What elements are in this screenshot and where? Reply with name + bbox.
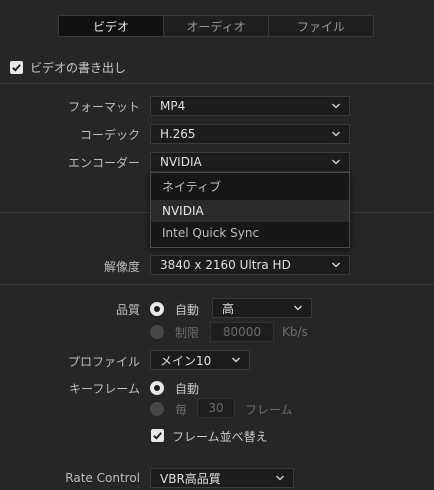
chevron-down-icon bbox=[331, 159, 341, 165]
bitrate-input[interactable]: 80000 bbox=[210, 322, 274, 342]
export-video-checkbox[interactable] bbox=[10, 61, 23, 74]
encoder-select[interactable]: NVIDIA bbox=[150, 152, 350, 172]
encoder-option-intel-quick-sync[interactable]: Intel Quick Sync bbox=[151, 222, 349, 244]
resolution-label: 解像度 bbox=[103, 260, 140, 274]
chevron-down-icon bbox=[275, 475, 285, 481]
chevron-down-icon bbox=[331, 131, 341, 137]
encoder-option-native[interactable]: ネイティブ bbox=[151, 176, 349, 198]
chevron-down-icon bbox=[331, 103, 341, 109]
rate-control-select[interactable]: VBR高品質 bbox=[150, 468, 294, 488]
codec-label: コーデック bbox=[79, 128, 140, 142]
profile-select[interactable]: メイン10 bbox=[150, 350, 250, 370]
frame-reorder-checkbox[interactable] bbox=[151, 429, 164, 442]
quality-auto-radio[interactable] bbox=[150, 302, 164, 316]
tab-audio[interactable]: オーディオ bbox=[164, 16, 269, 36]
checkmark-icon bbox=[153, 432, 162, 440]
quality-limit-radio[interactable] bbox=[150, 325, 164, 339]
codec-select[interactable]: H.265 bbox=[150, 124, 350, 144]
quality-level-select[interactable]: 高 bbox=[212, 298, 312, 318]
format-label: フォーマット bbox=[67, 100, 140, 114]
encoder-option-nvidia[interactable]: NVIDIA bbox=[151, 200, 349, 222]
tab-video[interactable]: ビデオ bbox=[59, 16, 164, 36]
profile-value: メイン10 bbox=[160, 353, 212, 368]
rate-control-label: Rate Control bbox=[65, 471, 140, 485]
profile-label: プロファイル bbox=[67, 355, 140, 369]
keyframe-auto-label: 自動 bbox=[175, 382, 200, 396]
chevron-down-icon bbox=[293, 305, 303, 311]
keyframe-every-radio[interactable] bbox=[150, 402, 164, 416]
codec-value: H.265 bbox=[160, 127, 196, 141]
checkmark-icon bbox=[12, 64, 21, 72]
export-video-label: ビデオの書き出し bbox=[30, 61, 127, 75]
chevron-down-icon bbox=[331, 262, 341, 268]
format-value: MP4 bbox=[160, 99, 186, 113]
format-select[interactable]: MP4 bbox=[150, 96, 350, 116]
encoder-label: エンコーダー bbox=[67, 156, 140, 170]
keyframe-every-label: 毎 bbox=[175, 403, 188, 417]
tab-file[interactable]: ファイル bbox=[269, 16, 373, 36]
quality-limit-label: 制限 bbox=[175, 326, 200, 340]
divider bbox=[0, 83, 434, 84]
keyframe-interval-input[interactable]: 30 bbox=[197, 398, 235, 418]
keyframe-label: キーフレーム bbox=[69, 382, 140, 396]
resolution-select[interactable]: 3840 x 2160 Ultra HD bbox=[150, 255, 350, 275]
resolution-value: 3840 x 2160 Ultra HD bbox=[160, 258, 291, 272]
quality-label: 品質 bbox=[115, 303, 140, 317]
encoder-value: NVIDIA bbox=[160, 155, 202, 169]
encoder-dropdown-menu: ネイティブ NVIDIA Intel Quick Sync bbox=[150, 172, 350, 248]
keyframe-auto-radio[interactable] bbox=[150, 381, 164, 395]
chevron-down-icon bbox=[231, 357, 241, 363]
rate-control-value: VBR高品質 bbox=[160, 471, 221, 486]
divider bbox=[0, 284, 434, 285]
quality-level-value: 高 bbox=[222, 301, 235, 316]
tab-bar: ビデオ オーディオ ファイル bbox=[58, 15, 374, 37]
keyframe-unit: フレーム bbox=[245, 403, 293, 417]
bitrate-unit: Kb/s bbox=[282, 325, 308, 339]
quality-auto-label: 自動 bbox=[175, 303, 200, 317]
frame-reorder-label: フレーム並べ替え bbox=[172, 430, 268, 444]
